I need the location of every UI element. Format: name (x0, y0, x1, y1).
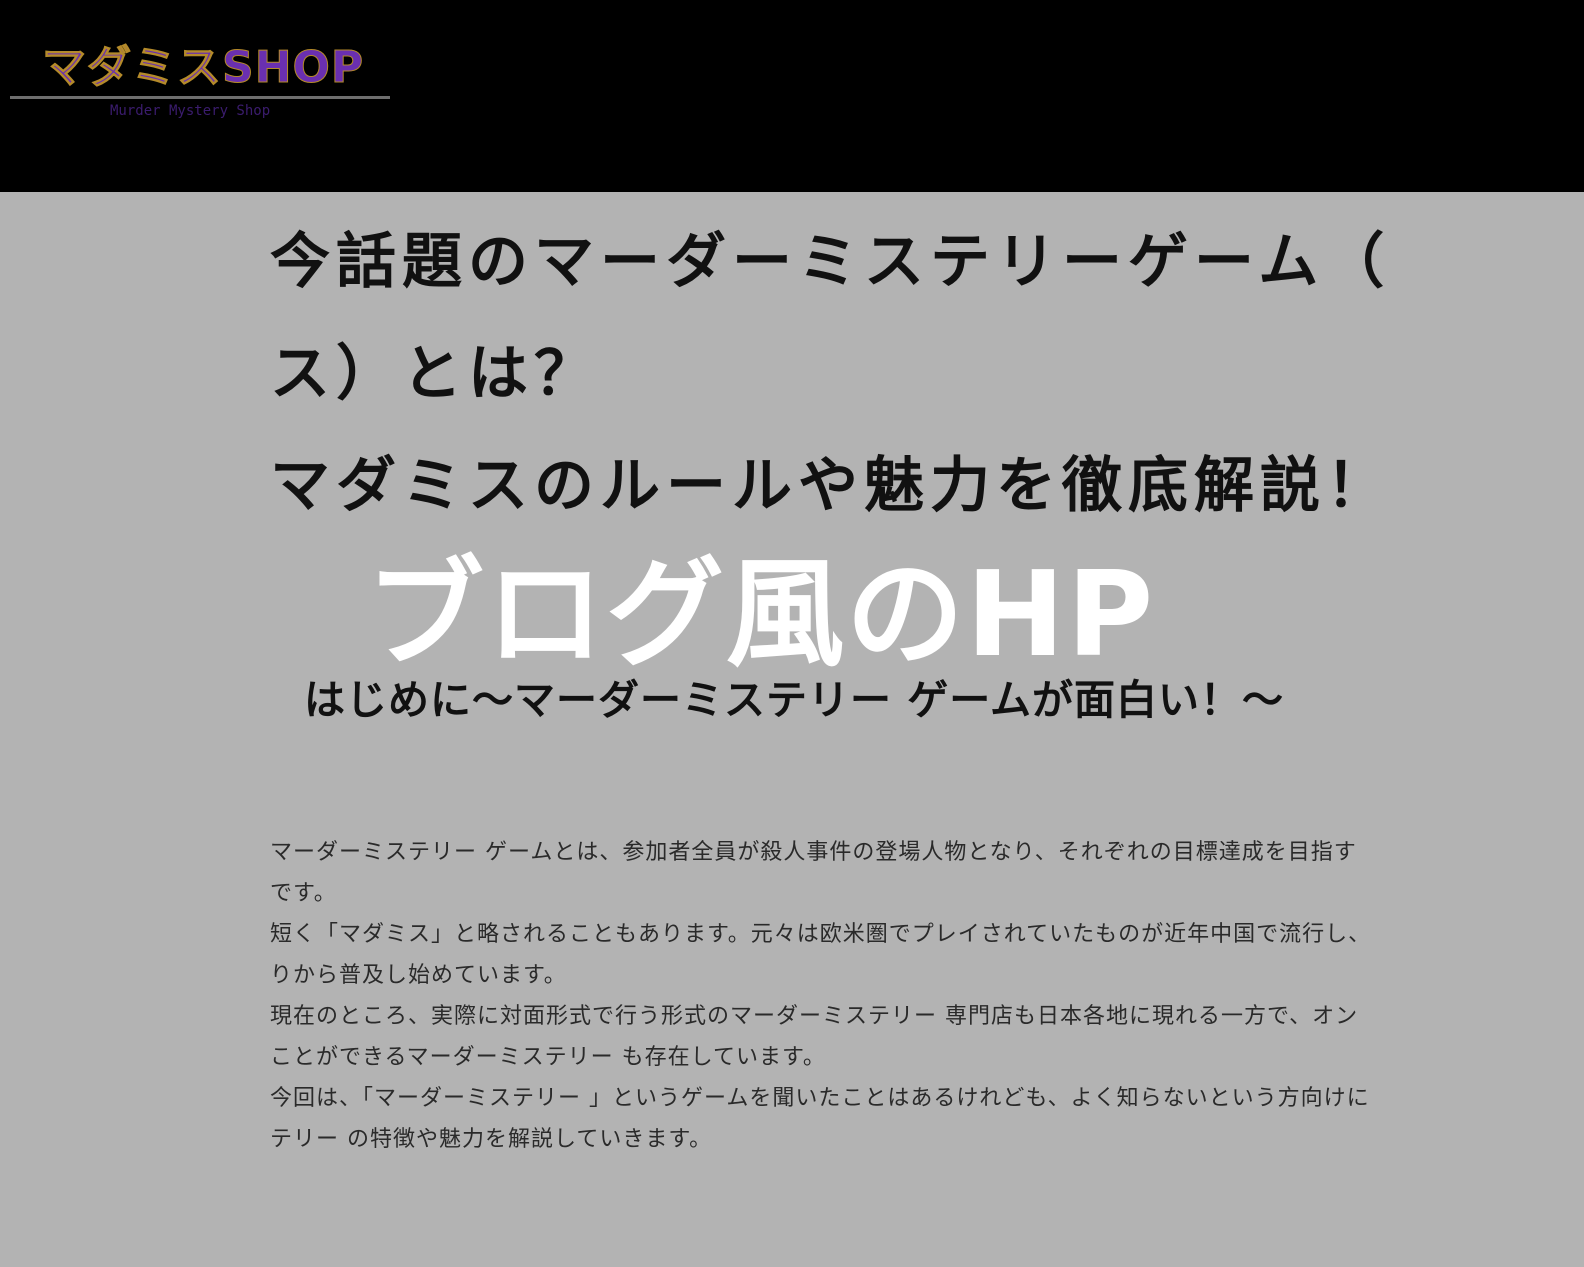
article-title-line: 今話題のマーダーミステリーゲーム（ (270, 227, 1391, 297)
paragraph-line: りから普及し始めています。 (270, 963, 567, 988)
paragraph-line: テリー の特徴や魅力を解説していきます。 (270, 1127, 713, 1152)
paragraph-line: 今回は、「マーダーミステリー 」というゲームを聞いたことはあるけれども、よく知ら… (270, 1086, 1370, 1111)
logo-subtitle: Murder Mystery Shop (110, 103, 271, 119)
article-title-line: ス）とは？ (270, 339, 600, 409)
logo-text: マダミスSHOP (41, 42, 365, 94)
section-heading: はじめに〜マーダーミステリー ゲームが面白い！〜 (304, 676, 1285, 724)
site-header: マダミスSHOP Murder Mystery Shop (0, 0, 1584, 192)
paragraph-line: 短く「マダミス」と略されることもあります。元々は欧米圏でプレイされていたものが近… (270, 922, 1372, 947)
article-title-line: マダミスのルールや魅力を徹底解説！ (270, 451, 1392, 521)
site-logo[interactable]: マダミスSHOP Murder Mystery Shop (10, 40, 390, 130)
paragraph-line: 現在のところ、実際に対面形式で行う形式のマーダーミステリー 専門店も日本各地に現… (270, 1004, 1359, 1029)
overlay-caption: ブログ風のHP (366, 545, 1156, 683)
article-body: マーダーミステリー ゲームとは、参加者全員が殺人事件の登場人物となり、それぞれの… (270, 832, 1584, 1160)
logo-divider (10, 96, 390, 99)
paragraph-line: ことができるマーダーミステリー も存在しています。 (270, 1045, 826, 1070)
article-title: 今話題のマーダーミステリーゲーム（ ス）とは？ マダミスのルールや魅力を徹底解説… (270, 206, 1584, 542)
paragraph-line: です。 (270, 881, 337, 906)
paragraph-line: マーダーミステリー ゲームとは、参加者全員が殺人事件の登場人物となり、それぞれの… (270, 840, 1357, 865)
article-content: 今話題のマーダーミステリーゲーム（ ス）とは？ マダミスのルールや魅力を徹底解説… (270, 192, 1584, 1267)
